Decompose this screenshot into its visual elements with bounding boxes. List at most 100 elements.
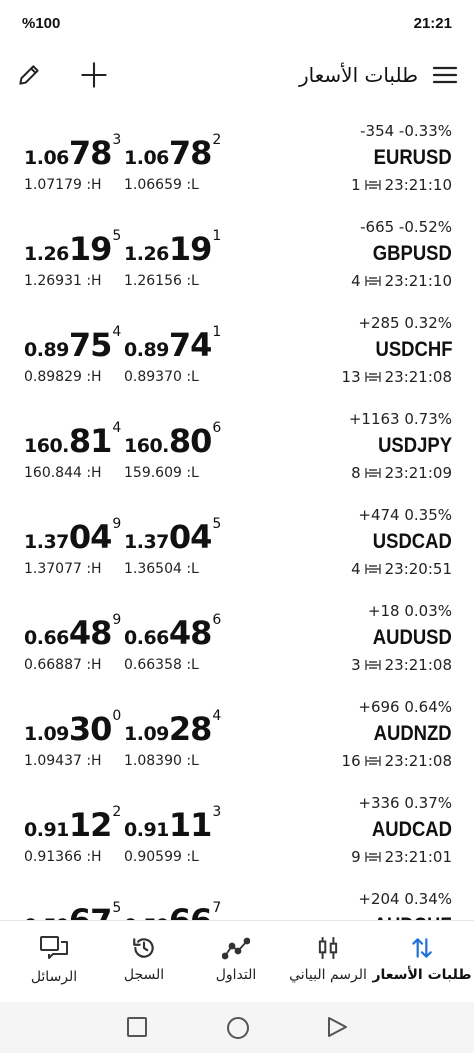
symbol-name: AUDCAD [371, 818, 452, 841]
symbol-name: AUDNZD [373, 722, 452, 745]
plus-icon[interactable] [80, 61, 108, 89]
spread-value: 4 [351, 560, 361, 578]
quote-row-audchf[interactable]: 0.596750.59667+204 0.34%AUDCHF [0, 878, 474, 920]
quote-row-usdchf[interactable]: 0.89754 0.89741 +285 0.32% USDCHF 0.89829 :H… [0, 302, 474, 398]
quote-time: 23:21:10 [384, 176, 452, 194]
quote-row-usdjpy[interactable]: 160.814 160.806 +1163 0.73% USDJPY 160.844 :… [0, 398, 474, 494]
low-price: 1.06659 :L [124, 177, 199, 193]
home-icon[interactable] [226, 1016, 250, 1040]
quote-time: 23:21:01 [384, 848, 452, 866]
high-price: 1.09437 :H [24, 753, 102, 769]
bid-price[interactable]: 0.91122 [24, 804, 121, 844]
ask-price[interactable]: 1.37045 [124, 516, 221, 556]
bid-price[interactable]: 1.06783 [24, 132, 121, 172]
recent-apps-icon[interactable] [126, 1016, 148, 1038]
high-price: 0.66887 :H [24, 657, 102, 673]
back-icon[interactable] [326, 1016, 348, 1038]
spread-icon [364, 659, 381, 671]
ask-price[interactable]: 0.91113 [124, 804, 221, 844]
spread-icon [364, 179, 381, 191]
symbol-name: AUDUSD [372, 626, 452, 649]
bid-price[interactable]: 160.814 [24, 420, 121, 460]
daily-change: +18 0.03% [367, 602, 452, 620]
quote-row-audusd[interactable]: 0.66489 0.66486 +18 0.03% AUDUSD 0.66887 :H 0… [0, 590, 474, 686]
spread-value: 13 [341, 368, 361, 386]
tab-history[interactable]: السجل [94, 935, 194, 983]
bid-price[interactable]: 1.37049 [24, 516, 121, 556]
tab-chart[interactable]: الرسم البياني [278, 935, 378, 983]
low-price: 159.609 :L [124, 465, 199, 481]
bid-price[interactable]: 1.09300 [24, 708, 121, 748]
quote-time: 23:21:08 [384, 368, 452, 386]
ask-price[interactable]: 1.26191 [124, 228, 221, 268]
spread-value: 3 [351, 656, 361, 674]
ask-price[interactable]: 1.06782 [124, 132, 221, 172]
ask-price[interactable]: 0.89741 [124, 324, 221, 364]
symbol-name: USDCAD [372, 530, 452, 553]
candlestick-icon [315, 935, 341, 961]
bid-price[interactable]: 0.66489 [24, 612, 121, 652]
quote-meta: 13 23:21:08 [342, 368, 452, 386]
quote-time: 23:21:10 [384, 272, 452, 290]
spread-icon [364, 467, 381, 479]
symbol-name: EURUSD [373, 146, 452, 169]
low-price: 0.89370 :L [124, 369, 199, 385]
up-down-arrows-icon [409, 935, 435, 961]
symbol-name: USDJPY [378, 434, 452, 457]
bid-price[interactable]: 1.26195 [24, 228, 121, 268]
high-price: 1.26931 :H [24, 273, 102, 289]
symbol-name: GBPUSD [372, 242, 452, 265]
chat-bubbles-icon [39, 935, 69, 963]
quote-meta: 4 23:20:51 [351, 560, 452, 578]
daily-change: -354 -0.33% [360, 122, 452, 140]
tab-label: التداول [215, 967, 257, 983]
bid-price[interactable]: 0.59675 [24, 900, 121, 920]
ask-price[interactable]: 1.09284 [124, 708, 221, 748]
quote-row-audcad[interactable]: 0.91122 0.91113 +336 0.37% AUDCAD 0.91366 :H… [0, 782, 474, 878]
daily-change: +204 0.34% [358, 890, 452, 908]
history-clock-icon [131, 935, 157, 961]
high-price: 0.91366 :H [24, 849, 102, 865]
ask-price[interactable]: 0.59667 [124, 900, 221, 920]
low-price: 1.36504 :L [124, 561, 199, 577]
ask-price[interactable]: 160.806 [124, 420, 221, 460]
quotes-list[interactable]: 1.06783 1.06782 -354 -0.33% EURUSD 1.07179 :… [0, 110, 474, 920]
quote-time: 23:21:09 [384, 464, 452, 482]
quote-row-eurusd[interactable]: 1.06783 1.06782 -354 -0.33% EURUSD 1.07179 :… [0, 110, 474, 206]
quote-row-gbpusd[interactable]: 1.26195 1.26191 -665 -0.52% GBPUSD 1.26931 :… [0, 206, 474, 302]
quote-time: 23:20:51 [384, 560, 452, 578]
daily-change: +474 0.35% [358, 506, 452, 524]
daily-change: -665 -0.52% [360, 218, 452, 236]
bid-price[interactable]: 0.89754 [24, 324, 121, 364]
spread-value: 8 [351, 464, 361, 482]
daily-change: +285 0.32% [358, 314, 452, 332]
quote-time: 23:21:08 [384, 752, 452, 770]
quote-row-audnzd[interactable]: 1.09300 1.09284 +696 0.64% AUDNZD 1.09437 :H… [0, 686, 474, 782]
spread-icon [364, 275, 381, 287]
pencil-icon[interactable] [16, 62, 42, 88]
tab-quotes[interactable]: طلبات الأسعار [372, 935, 472, 983]
spread-value: 1 [351, 176, 361, 194]
hamburger-menu-icon[interactable] [432, 64, 458, 86]
symbol-name: USDCHF [375, 338, 452, 361]
daily-change: +336 0.37% [358, 794, 452, 812]
quote-meta: 1 23:21:10 [351, 176, 452, 194]
ask-price[interactable]: 0.66486 [124, 612, 221, 652]
daily-change: +696 0.64% [358, 698, 452, 716]
tab-label: الرسائل [30, 969, 78, 985]
spread-icon [364, 755, 381, 767]
battery-level: %100 [22, 14, 61, 32]
quote-row-usdcad[interactable]: 1.37049 1.37045 +474 0.35% USDCAD 1.37077 :H… [0, 494, 474, 590]
spread-icon [364, 371, 381, 383]
spread-value: 9 [351, 848, 361, 866]
low-price: 1.26156 :L [124, 273, 199, 289]
spread-value: 16 [341, 752, 361, 770]
tab-trade[interactable]: التداول [186, 935, 286, 983]
bottom-tab-bar: طلبات الأسعار الرسم البياني التداول السج… [0, 920, 474, 1003]
tab-messages[interactable]: الرسائل [4, 935, 104, 985]
page-title: طلبات الأسعار [299, 63, 418, 87]
tab-label: طلبات الأسعار [372, 967, 472, 983]
low-price: 1.08390 :L [124, 753, 199, 769]
trend-line-icon [222, 935, 250, 961]
spread-value: 4 [351, 272, 361, 290]
